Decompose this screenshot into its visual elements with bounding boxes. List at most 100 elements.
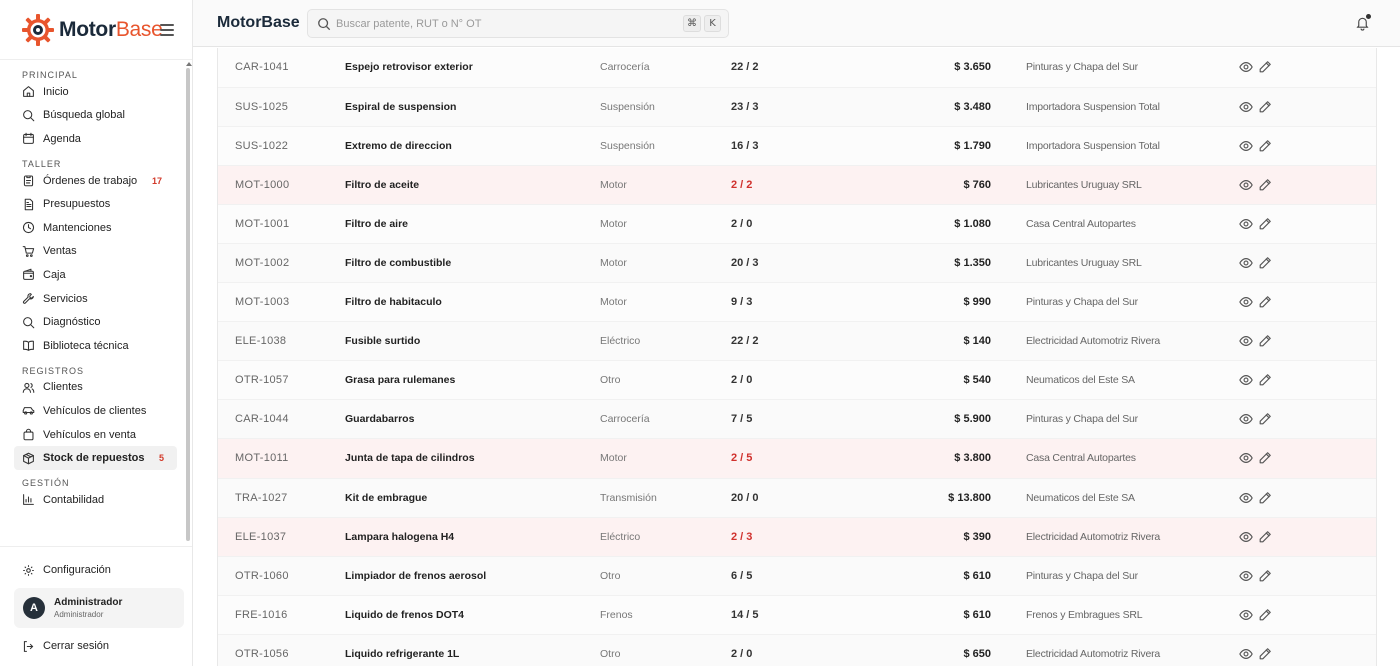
view-eye-icon[interactable] [1239,60,1253,74]
part-category: Otro [600,634,731,666]
table-row[interactable]: ELE-1037 Lampara halogena H4 Eléctrico 2 / … [218,517,1376,557]
part-price: $ 540 [851,360,991,401]
table-row[interactable]: CAR-1044 Guardabarros Carrocería 7 / 5 $ 5.9… [218,399,1376,440]
view-eye-icon[interactable] [1239,256,1253,270]
logout-button[interactable]: Cerrar sesión [0,634,192,658]
nav-section-title: TALLER [22,158,62,169]
sidebar-item-caja[interactable]: Caja [0,263,186,287]
global-search[interactable]: ⌘ K [307,9,729,38]
sidebar-item-mantenciones[interactable]: Mantenciones [0,216,186,240]
sidebar-item-label: Agenda [43,132,81,145]
table-row[interactable]: MOT-1002 Filtro de combustible Motor 20 / 3… [218,243,1376,284]
sidebar-item-label: Mantenciones [43,221,112,234]
sidebar-item-inicio[interactable]: Inicio [0,80,186,104]
view-eye-icon[interactable] [1239,373,1253,387]
top-header: MotorBase ⌘ K [193,0,1400,47]
table-row[interactable]: MOT-1000 Filtro de aceite Motor 2 / 2 $ 760 L… [218,165,1376,205]
table-row[interactable]: OTR-1057 Grasa para rulemanes Otro 2 / 0 $ 5… [218,360,1376,401]
sidebar-item-presupuestos[interactable]: Presupuestos [0,192,186,216]
table-row[interactable]: OTR-1056 Liquido refrigerante 1L Otro 2 / 0… [218,634,1376,666]
sidebar-item-stock-de-repuestos[interactable]: Stock de repuestos 5 [14,446,177,470]
sidebar-item-busqueda-global[interactable]: Búsqueda global [0,104,186,128]
sidebar-item-clientes[interactable]: Clientes [0,376,186,400]
page-title: MotorBase [217,14,300,31]
brand-name-main: Motor [59,17,116,41]
table-row[interactable]: CAR-1041 Espejo retrovisor exterior Carroc… [218,48,1376,88]
user-card[interactable]: A Administrador Administrador [14,588,184,628]
sidebar-item-vehiculos-de-clientes[interactable]: Vehículos de clientes [0,399,186,423]
sidebar-item-ventas[interactable]: Ventas [0,240,186,264]
sidebar-item-configuracion[interactable]: Configuración [0,558,192,582]
edit-pencil-icon[interactable] [1258,178,1272,192]
edit-pencil-icon[interactable] [1258,373,1272,387]
edit-pencil-icon[interactable] [1258,139,1272,153]
sidebar-item-diagnostico[interactable]: Diagnóstico [0,310,186,334]
sidebar-item-contabilidad[interactable]: Contabilidad [0,488,186,512]
part-price: $ 610 [851,595,991,635]
edit-pencil-icon[interactable] [1258,647,1272,661]
sidebar-item-label: Clientes [43,381,83,394]
part-stock: 2 / 5 [731,438,851,479]
edit-pencil-icon[interactable] [1258,334,1272,348]
view-eye-icon[interactable] [1239,334,1253,348]
table-row[interactable]: FRE-1016 Liquido de frenos DOT4 Frenos 14 /… [218,595,1376,635]
edit-pencil-icon[interactable] [1258,256,1272,270]
part-code: ELE-1038 [218,321,345,362]
search-input[interactable] [336,15,676,33]
parts-table-container: CAR-1041 Espejo retrovisor exterior Carroc… [217,48,1377,666]
table-row[interactable]: TRA-1027 Kit de embrague Transmisión 20 / 0… [218,478,1376,518]
part-supplier: Neumaticos del Este SA [991,478,1239,518]
sidebar-item-biblioteca-tecnica[interactable]: Biblioteca técnica [0,334,186,358]
table-row[interactable]: MOT-1011 Junta de tapa de cilindros Motor 2… [218,438,1376,479]
edit-pencil-icon[interactable] [1258,491,1272,505]
part-code: MOT-1011 [218,438,345,479]
view-eye-icon[interactable] [1239,647,1253,661]
view-eye-icon[interactable] [1239,295,1253,309]
part-stock: 2 / 2 [731,165,851,205]
part-code: CAR-1041 [218,48,345,88]
part-name: Junta de tapa de cilindros [345,438,600,479]
table-row[interactable]: SUS-1025 Espiral de suspension Suspensión 2… [218,87,1376,127]
table-row[interactable]: ELE-1038 Fusible surtido Eléctrico 22 / 2 $ … [218,321,1376,362]
table-row[interactable]: MOT-1003 Filtro de habitaculo Motor 9 / 3 $ … [218,282,1376,323]
view-eye-icon[interactable] [1239,139,1253,153]
sidebar-item-agenda[interactable]: Agenda [0,127,186,151]
part-supplier: Pinturas y Chapa del Sur [991,48,1239,88]
edit-pencil-icon[interactable] [1258,569,1272,583]
scroll-up-arrow-icon[interactable] [186,62,192,66]
edit-pencil-icon[interactable] [1258,295,1272,309]
edit-pencil-icon[interactable] [1258,451,1272,465]
sidebar-item-vehiculos-en-venta[interactable]: Vehículos en venta [0,423,186,447]
sidebar-scrollbar[interactable] [186,68,190,541]
part-price: $ 3.800 [851,438,991,479]
table-row[interactable]: SUS-1022 Extremo de direccion Suspensión 16… [218,126,1376,166]
table-row[interactable]: MOT-1001 Filtro de aire Motor 2 / 0 $ 1.080 C… [218,204,1376,244]
part-supplier: Importadora Suspension Total [991,87,1239,127]
edit-pencil-icon[interactable] [1258,217,1272,231]
part-name: Fusible surtido [345,321,600,362]
view-eye-icon[interactable] [1239,451,1253,465]
edit-pencil-icon[interactable] [1258,530,1272,544]
sidebar-item-ordenes-de-trabajo[interactable]: Órdenes de trabajo 17 [0,169,186,193]
view-eye-icon[interactable] [1239,178,1253,192]
view-eye-icon[interactable] [1239,217,1253,231]
part-price: $ 13.800 [851,478,991,518]
edit-pencil-icon[interactable] [1258,608,1272,622]
view-eye-icon[interactable] [1239,412,1253,426]
view-eye-icon[interactable] [1239,491,1253,505]
view-eye-icon[interactable] [1239,608,1253,622]
part-category: Motor [600,243,731,284]
part-price: $ 610 [851,556,991,596]
table-row[interactable]: OTR-1060 Limpiador de frenos aerosol Otro 6… [218,556,1376,596]
edit-pencil-icon[interactable] [1258,100,1272,114]
view-eye-icon[interactable] [1239,530,1253,544]
row-actions [1239,595,1376,635]
view-eye-icon[interactable] [1239,569,1253,583]
menu-toggle-icon[interactable] [160,24,174,36]
part-supplier: Pinturas y Chapa del Sur [991,282,1239,323]
view-eye-icon[interactable] [1239,100,1253,114]
sidebar-item-servicios[interactable]: Servicios [0,287,186,311]
wallet-icon [22,268,35,281]
edit-pencil-icon[interactable] [1258,60,1272,74]
edit-pencil-icon[interactable] [1258,412,1272,426]
